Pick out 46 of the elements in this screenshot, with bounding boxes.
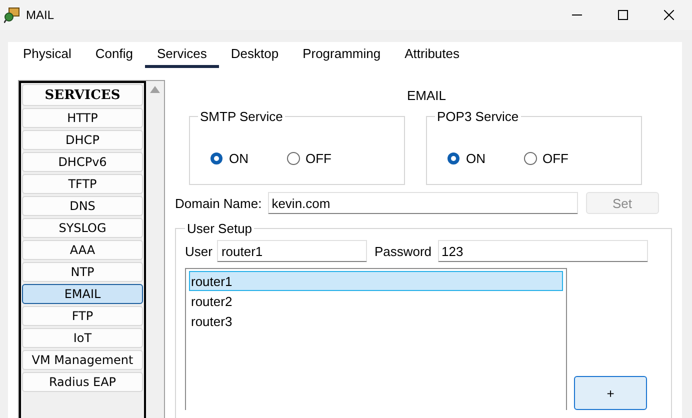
app-icon — [4, 7, 20, 23]
maximize-icon[interactable] — [618, 10, 628, 20]
service-item[interactable]: DHCP — [22, 130, 143, 150]
service-item[interactable]: HTTP — [22, 108, 143, 128]
tab[interactable]: Attributes — [392, 46, 472, 68]
radio-option[interactable]: ON — [447, 150, 486, 166]
tab[interactable]: Programming — [290, 46, 393, 68]
password-field[interactable]: 123 — [438, 240, 648, 262]
group-title: POP3 Service — [436, 109, 520, 124]
radio-icon[interactable] — [210, 152, 223, 164]
window-title: MAIL — [26, 8, 56, 22]
domain-label: Domain Name: — [175, 196, 262, 210]
service-item[interactable]: EMAIL — [22, 284, 143, 304]
close-icon[interactable] — [664, 10, 674, 20]
radio-option[interactable]: OFF — [286, 150, 332, 166]
domain-field[interactable]: kevin.com — [268, 192, 578, 214]
service-item[interactable]: DHCPv6 — [22, 152, 143, 172]
user-field[interactable]: router1 — [217, 240, 368, 262]
password-label: Password — [374, 244, 432, 258]
radio-icon[interactable] — [286, 152, 300, 164]
service-item[interactable]: IoT — [22, 328, 143, 348]
group-title: SMTP Service — [199, 109, 284, 124]
tab[interactable]: Services — [145, 46, 219, 68]
email-title: EMAIL — [406, 88, 446, 103]
service-item[interactable]: NTP — [22, 262, 143, 282]
service-item[interactable]: TFTP — [22, 174, 143, 194]
add-button[interactable]: + — [574, 376, 647, 410]
user-item[interactable]: router2 — [189, 291, 563, 311]
user-item[interactable]: router3 — [189, 311, 563, 331]
user-label: User — [185, 244, 212, 258]
radio-option[interactable]: ON — [210, 150, 248, 166]
service-item[interactable]: AAA — [22, 240, 143, 260]
service-item[interactable]: DNS — [22, 196, 143, 216]
group-title: User Setup — [186, 221, 254, 236]
services-header: SERVICES — [22, 84, 143, 106]
radio-icon[interactable] — [447, 152, 460, 164]
service-item[interactable]: Radius EAP — [22, 372, 143, 392]
service-item[interactable]: VM Management — [22, 350, 143, 370]
tab[interactable]: Physical — [11, 46, 84, 68]
radio-option[interactable]: OFF — [524, 150, 568, 166]
tab[interactable]: Desktop — [218, 46, 291, 68]
service-item[interactable]: SYSLOG — [22, 218, 143, 238]
user-item[interactable]: router1 — [189, 271, 563, 291]
tab[interactable]: Config — [83, 46, 145, 68]
radio-icon[interactable] — [524, 152, 536, 164]
service-item[interactable]: FTP — [22, 306, 143, 326]
